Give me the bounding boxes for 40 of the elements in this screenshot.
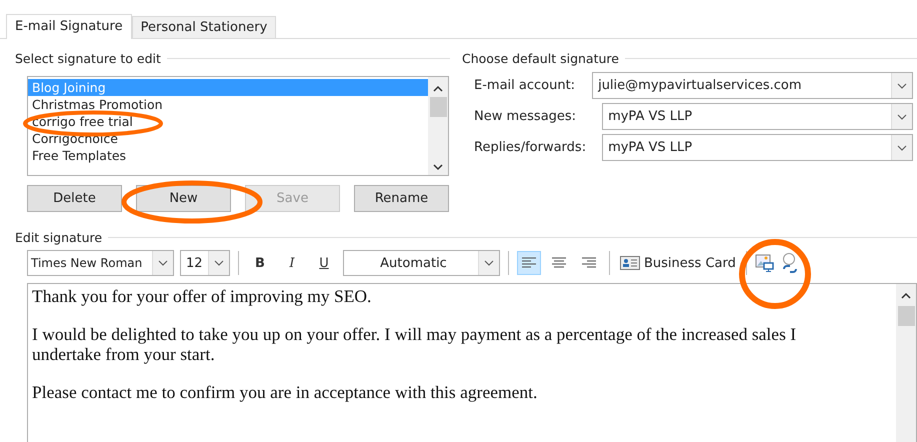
contact-card-icon (620, 256, 640, 270)
color-dropdown[interactable]: Automatic (343, 250, 500, 276)
scrollbar[interactable] (896, 284, 916, 442)
business-card-button[interactable]: Business Card (618, 256, 738, 270)
field-label: New messages: (474, 109, 578, 124)
align-left-icon[interactable] (517, 251, 541, 275)
underline-button[interactable]: U (311, 254, 337, 272)
dialog-button[interactable]: New (136, 185, 231, 212)
scroll-thumb[interactable] (898, 306, 914, 326)
hyperlink-icon[interactable] (780, 252, 799, 274)
scroll-down-icon[interactable] (433, 163, 443, 171)
signature-item[interactable]: Corrigochoice (28, 130, 122, 147)
signature-editor[interactable] (27, 283, 917, 442)
paragraph: Please contact me to confirm you are in acceptance with this agreement. (32, 382, 538, 402)
scroll-up-icon[interactable] (901, 292, 911, 300)
group-heading: Choose default signature (462, 51, 619, 66)
group-heading: Edit signature (15, 230, 102, 245)
field-label: Replies/forwards: (474, 140, 586, 155)
signature-list[interactable]: Blog Joining Christmas Promotion corrigo free trial Corrigochoice Free Templates (27, 76, 449, 176)
picture-icon[interactable] (754, 253, 775, 273)
scroll-up-icon[interactable] (433, 85, 443, 93)
scrollbar[interactable] (428, 77, 448, 175)
tab[interactable]: E-mail Signature (6, 14, 132, 39)
scroll-thumb[interactable] (430, 97, 446, 117)
dialog-button[interactable]: Rename (354, 185, 449, 212)
paragraph: I would be delighted to take you up on your offer. I will may payment as a percentage of the increased sales I undertake from your start. (32, 324, 798, 364)
paragraph: Thank you for your offer of improving my SEO. (32, 286, 372, 306)
dialog-button[interactable]: Delete (27, 185, 122, 212)
bold-button[interactable]: B (247, 254, 273, 272)
field-label: E-mail account: (474, 78, 576, 93)
dropdown[interactable]: myPA VS LLP (602, 103, 913, 130)
tab[interactable]: Personal Stationery (132, 16, 276, 38)
italic-button[interactable]: I (279, 254, 305, 272)
font-dropdown[interactable]: Times New Roman (27, 250, 174, 276)
signature-item[interactable]: Christmas Promotion (28, 96, 167, 113)
dropdown[interactable]: myPA VS LLP (602, 134, 913, 161)
dropdown[interactable]: julie@mypavirtualservices.com (592, 72, 913, 99)
signature-item[interactable]: Free Templates (28, 147, 130, 164)
group-heading: Select signature to edit (15, 51, 161, 66)
size-dropdown[interactable]: 12 (180, 250, 230, 276)
